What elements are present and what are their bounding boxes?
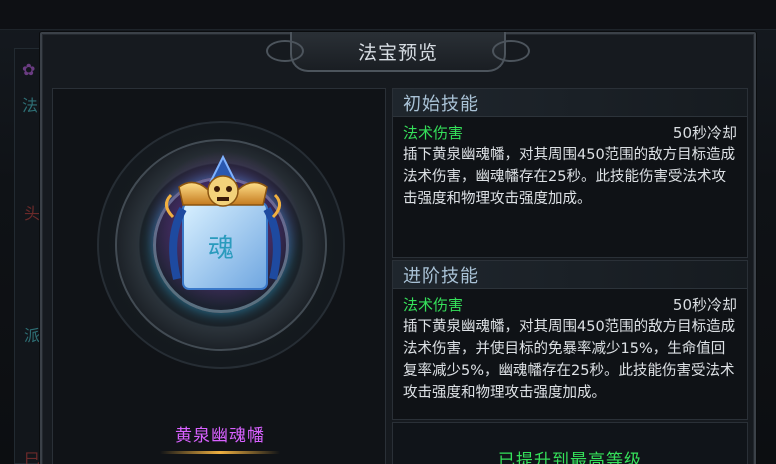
dialog-title: 法宝预览 — [357, 41, 438, 64]
background-label: 派 — [24, 326, 41, 345]
dialog-title-plate: 法宝预览 — [266, 32, 530, 72]
advanced-skill-header-label: 进阶技能 — [403, 265, 479, 287]
soul-banner-icon: 魂 — [145, 151, 301, 307]
basic-skill-row: 法术伤害 50秒冷却 — [403, 121, 737, 143]
item-medallion: 魂 — [97, 121, 345, 369]
advanced-skill-row: 法术伤害 50秒冷却 — [403, 293, 737, 315]
banner-glyph: 魂 — [208, 234, 234, 264]
max-level-text: 已提升到最高等级 — [498, 450, 642, 464]
advanced-skill-panel: 进阶技能 法术伤害 50秒冷却 插下黄泉幽魂幡，对其周围450范围的敌方目标造成… — [392, 260, 748, 420]
background-topbar — [0, 0, 776, 30]
treasure-preview-dialog: 法宝预览 魂 黄泉幽魂幡 初始技能 法术伤害 50秒冷却 插下黄泉幽魂幡，对其周… — [40, 32, 756, 464]
advanced-skill-name: 法术伤害 — [403, 295, 464, 314]
background-label: 头 — [24, 204, 41, 223]
background-icon: ✿ — [22, 60, 36, 79]
background-label: 法 — [22, 96, 39, 115]
basic-skill-name: 法术伤害 — [403, 123, 464, 142]
advanced-skill-description: 插下黄泉幽魂幡，对其周围450范围的敌方目标造成法术伤害，并使目标的免暴率减少1… — [403, 319, 736, 401]
medallion-ring: 魂 — [115, 139, 327, 351]
background-label: 巳 — [24, 450, 41, 464]
basic-skill-panel: 初始技能 法术伤害 50秒冷却 插下黄泉幽魂幡，对其周围450范围的敌方目标造成… — [392, 88, 748, 258]
basic-skill-header: 初始技能 — [393, 89, 747, 117]
advanced-skill-cooldown: 50秒冷却 — [672, 295, 737, 314]
basic-skill-header-label: 初始技能 — [403, 93, 479, 115]
advanced-skill-body: 法术伤害 50秒冷却 插下黄泉幽魂幡，对其周围450范围的敌方目标造成法术伤害，… — [393, 289, 747, 404]
max-level-status: 已提升到最高等级 — [392, 422, 748, 464]
item-name-glow — [160, 451, 280, 454]
item-name: 黄泉幽魂幡 — [175, 426, 265, 446]
basic-skill-body: 法术伤害 50秒冷却 插下黄泉幽魂幡，对其周围450范围的敌方目标造成法术伤害，… — [393, 117, 747, 210]
advanced-skill-header: 进阶技能 — [393, 261, 747, 289]
item-preview-pane: 魂 黄泉幽魂幡 — [52, 88, 386, 464]
basic-skill-cooldown: 50秒冷却 — [672, 123, 737, 142]
basic-skill-description: 插下黄泉幽魂幡，对其周围450范围的敌方目标造成法术伤害，幽魂幡存在25秒。此技… — [403, 147, 736, 207]
